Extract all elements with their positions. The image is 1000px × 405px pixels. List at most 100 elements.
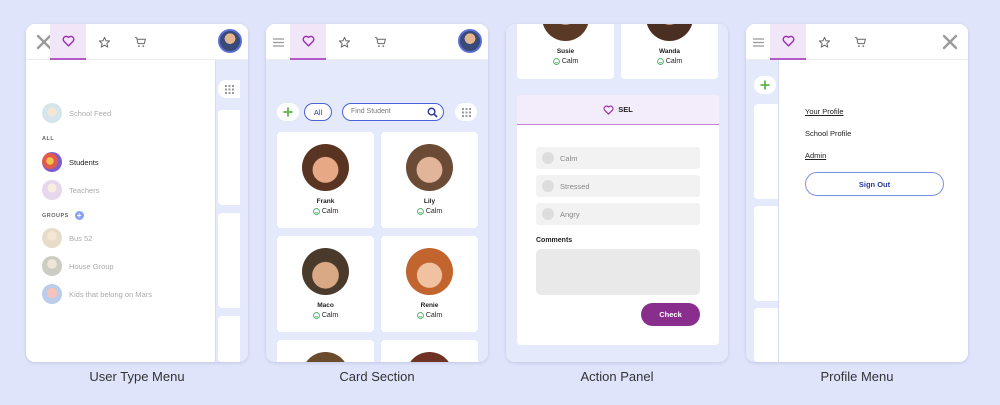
calm-icon [312, 208, 320, 215]
status-label: Calm [425, 312, 443, 319]
calm-icon [552, 58, 560, 65]
cart-tab[interactable] [842, 24, 878, 60]
group-thumbnail [42, 256, 62, 276]
user-type-menu-panel: School Feed ALL Students Teachers GROUPS… [26, 24, 248, 362]
student-status: Calm [277, 312, 374, 319]
filter-all-button[interactable]: All [304, 103, 332, 121]
grid-view-button[interactable] [455, 103, 477, 121]
groups-label: GROUPS [42, 212, 69, 219]
menu-item-label: School Feed [69, 108, 112, 118]
student-card[interactable]: Renie Calm [381, 236, 478, 332]
student-card[interactable] [381, 340, 478, 362]
students-thumbnail [42, 152, 62, 172]
menu-item-teachers[interactable]: Teachers [42, 180, 99, 200]
sel-header: SEL [517, 95, 719, 125]
top-bar [746, 24, 968, 60]
student-photo [302, 144, 349, 191]
heart-tab[interactable] [50, 24, 86, 60]
star-tab[interactable] [326, 24, 362, 60]
option-label: Stressed [560, 181, 590, 191]
student-photo [646, 24, 693, 41]
menu-item-label: Teachers [69, 185, 100, 195]
option-angry[interactable]: Angry [536, 203, 700, 225]
add-button[interactable] [277, 103, 299, 121]
caption-user-type-menu: User Type Menu [89, 369, 185, 384]
star-tab[interactable] [806, 24, 842, 60]
student-status: Calm [517, 58, 614, 65]
profile-menu-panel: Your Profile School Profile Admin Sign O… [746, 24, 968, 362]
menu-item-students[interactable]: Students [42, 152, 99, 172]
search-field[interactable]: Find Student [342, 103, 444, 121]
student-photo [406, 144, 453, 191]
angry-face-icon [542, 208, 554, 220]
teachers-thumbnail [42, 180, 62, 200]
student-card[interactable]: Frank Calm [277, 132, 374, 228]
status-label: Calm [321, 208, 339, 215]
add-group-button[interactable]: + [74, 211, 84, 220]
option-calm[interactable]: Calm [536, 147, 700, 169]
admin-link[interactable]: Admin [805, 151, 826, 160]
student-name: Frank [316, 198, 335, 205]
avatar[interactable] [458, 29, 482, 53]
your-profile-link[interactable]: Your Profile [805, 107, 844, 116]
student-photo [406, 248, 453, 295]
student-card[interactable]: Maco Calm [277, 236, 374, 332]
status-label: Calm [665, 58, 683, 65]
menu-item-label: Bus 52 [69, 233, 93, 243]
student-status: Calm [621, 58, 718, 65]
comments-textarea[interactable] [536, 249, 700, 295]
star-tab[interactable] [86, 24, 122, 60]
calm-icon [656, 58, 664, 65]
background-card [754, 206, 778, 301]
top-bar [26, 24, 248, 60]
student-card[interactable]: Lily Calm [381, 132, 478, 228]
menu-item-group[interactable]: Kids that belong on Mars [42, 284, 152, 304]
student-status: Calm [381, 208, 478, 215]
student-photo [302, 352, 349, 362]
heart-icon [603, 105, 614, 115]
background-card [218, 316, 240, 362]
status-label: Calm [425, 208, 443, 215]
card-section-panel: All Find Student Frank Calm Lily Calm Ma… [266, 24, 488, 362]
group-thumbnail [42, 284, 62, 304]
menu-item-school-feed[interactable]: School Feed [42, 103, 111, 123]
student-name: Renie [420, 302, 439, 309]
user-type-drawer: School Feed ALL Students Teachers GROUPS… [26, 60, 216, 362]
search-icon[interactable] [427, 107, 438, 118]
search-input[interactable]: Find Student [351, 108, 391, 115]
stressed-face-icon [542, 180, 554, 192]
heart-tab[interactable] [290, 24, 326, 60]
heart-tab[interactable] [770, 24, 806, 60]
menu-item-group[interactable]: House Group [42, 256, 114, 276]
menu-item-label: House Group [69, 261, 114, 271]
student-name: Lily [423, 198, 436, 205]
sign-out-button[interactable]: Sign Out [805, 172, 944, 196]
avatar[interactable] [218, 29, 242, 53]
calm-icon [416, 312, 424, 319]
close-icon[interactable] [932, 24, 968, 60]
student-card[interactable] [277, 340, 374, 362]
option-stressed[interactable]: Stressed [536, 175, 700, 197]
school-feed-thumbnail [42, 103, 62, 123]
menu-item-group[interactable]: Bus 52 [42, 228, 92, 248]
option-label: Angry [560, 209, 580, 219]
cart-tab[interactable] [362, 24, 398, 60]
check-button[interactable]: Check [641, 303, 700, 326]
add-button [754, 76, 776, 94]
action-panel-content: Susie Calm Wanda Calm SEL Calm Stressed … [506, 24, 728, 362]
option-label: Calm [560, 153, 578, 163]
student-name: Susie [556, 48, 575, 55]
profile-drawer: Your Profile School Profile Admin Sign O… [778, 60, 968, 362]
background-card [218, 110, 240, 205]
comments-label: Comments [536, 237, 573, 244]
grid-icon [461, 107, 471, 117]
background-card [754, 104, 778, 199]
student-card[interactable]: Wanda Calm [621, 24, 718, 79]
student-status: Calm [277, 208, 374, 215]
cart-tab[interactable] [122, 24, 158, 60]
student-name: Wanda [658, 48, 681, 55]
caption-profile-menu: Profile Menu [820, 369, 894, 384]
school-profile-link[interactable]: School Profile [805, 129, 851, 138]
action-panel: Susie Calm Wanda Calm SEL Calm Stressed … [506, 24, 728, 362]
student-card[interactable]: Susie Calm [517, 24, 614, 79]
